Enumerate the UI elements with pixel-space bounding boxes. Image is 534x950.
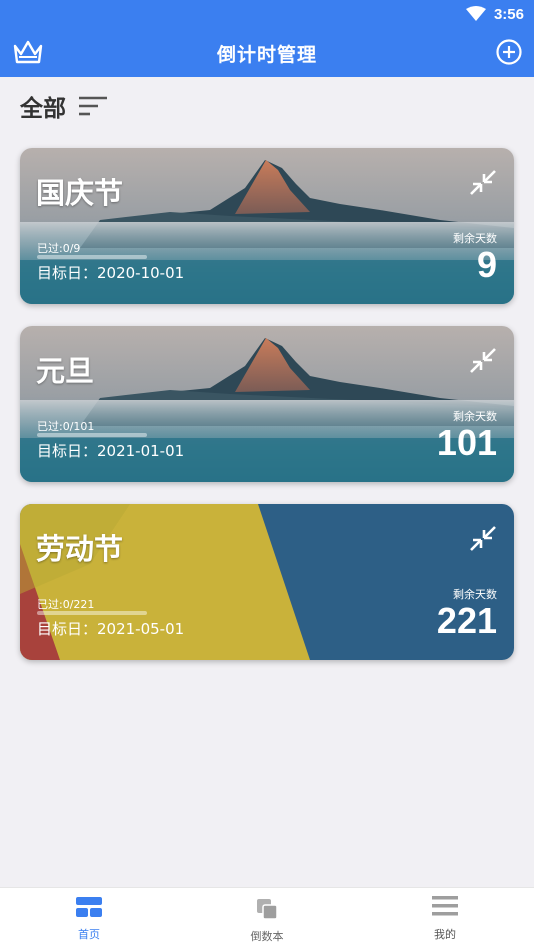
nav-item-home[interactable]: 首页	[0, 888, 178, 950]
add-countdown-button[interactable]	[496, 39, 522, 65]
wifi-icon	[466, 6, 486, 21]
card-title: 元旦	[36, 354, 95, 388]
remaining-days-value: 221	[436, 600, 497, 641]
sort-icon[interactable]	[78, 95, 108, 117]
nav-label-mine: 我的	[434, 928, 456, 941]
passed-count: 已过:0/9	[37, 242, 81, 255]
nav-label-home: 首页	[78, 928, 100, 941]
remaining-days-value: 9	[476, 244, 497, 285]
nav-label-countdown-book: 倒数本	[250, 930, 284, 943]
bottom-nav: 首页 倒数本 我的	[0, 887, 534, 950]
target-date: 目标日：2021-01-01	[37, 442, 185, 460]
status-time: 3:56	[493, 6, 524, 23]
shrink-icon[interactable]	[468, 168, 498, 198]
menu-icon	[432, 896, 458, 916]
card-title: 劳动节	[36, 532, 124, 566]
status-bar: 3:56	[0, 0, 534, 28]
passed-count: 已过:0/101	[37, 420, 95, 433]
target-date: 目标日：2021-05-01	[37, 620, 185, 638]
app-header: 3:56 倒计时管理	[0, 0, 534, 77]
filter-label[interactable]: 全部	[20, 89, 66, 123]
target-date: 目标日：2020-10-01	[37, 264, 185, 282]
progress-bar	[37, 255, 147, 259]
page-title: 倒计时管理	[216, 44, 317, 66]
countdown-card[interactable]: 劳动节 已过:0/221 目标日：2021-05-01 剩余天数 221	[20, 504, 514, 660]
passed-count: 已过:0/221	[37, 598, 95, 611]
countdown-card[interactable]: 国庆节 已过:0/9 目标日：2020-10-01 剩余天数 9	[20, 148, 514, 304]
shrink-icon[interactable]	[468, 346, 498, 376]
filter-row[interactable]: 全部	[20, 90, 108, 122]
stack-icon	[257, 899, 278, 920]
progress-bar	[37, 433, 147, 437]
home-grid-icon	[76, 897, 102, 917]
remaining-days-value: 101	[436, 422, 497, 463]
countdown-card[interactable]: 元旦 已过:0/101 目标日：2021-01-01 剩余天数 101	[20, 326, 514, 482]
card-title: 国庆节	[36, 176, 124, 210]
nav-item-countdown-book[interactable]: 倒数本	[178, 888, 356, 950]
shrink-icon[interactable]	[468, 524, 498, 554]
progress-bar	[37, 611, 147, 615]
nav-item-mine[interactable]: 我的	[356, 888, 534, 950]
